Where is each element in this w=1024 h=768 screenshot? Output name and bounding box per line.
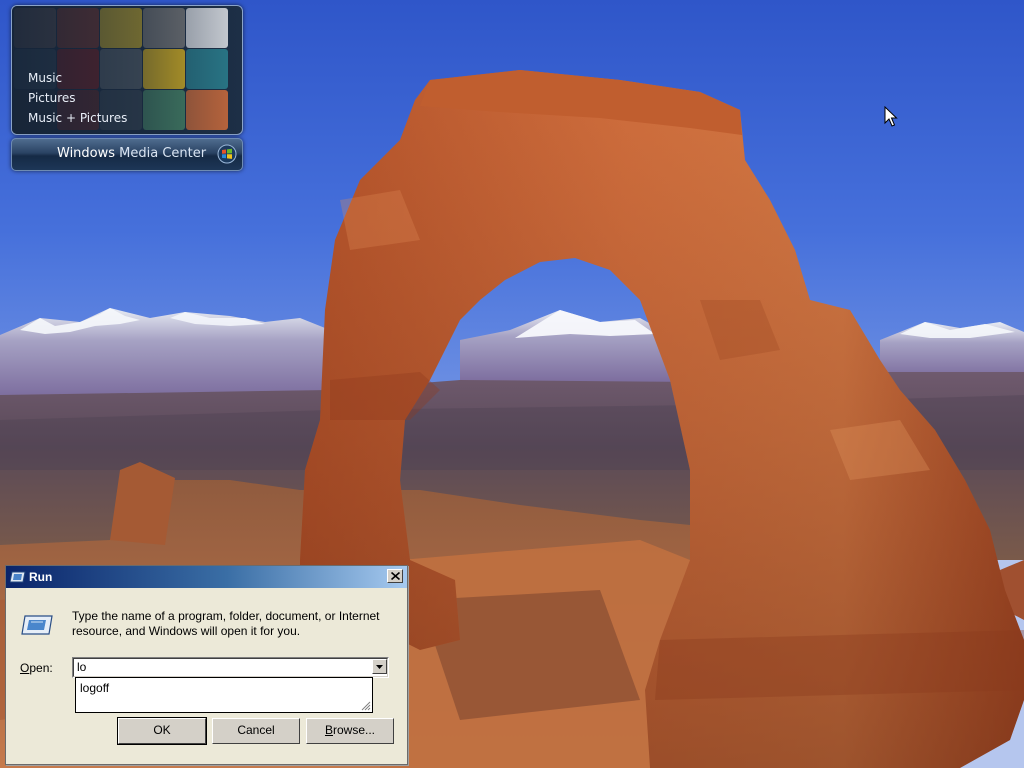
- media-menu-music[interactable]: Music: [28, 68, 127, 88]
- media-center-brand: Windows Media Center: [57, 146, 206, 161]
- run-dialog-title: Run: [29, 570, 53, 584]
- browse-label-rest: rowse...: [333, 723, 376, 737]
- browse-mnemonic: B: [324, 723, 333, 737]
- mouse-cursor-icon: [884, 106, 898, 127]
- run-icon: [10, 571, 26, 583]
- browse-button[interactable]: Browse...: [306, 718, 394, 744]
- media-menu-pictures[interactable]: Pictures: [28, 88, 127, 108]
- open-dropdown-button[interactable]: [372, 659, 387, 674]
- run-dialog-titlebar[interactable]: Run: [6, 566, 407, 588]
- desktop: Music Pictures Music + Pictures Windows …: [0, 0, 1024, 768]
- media-menu-music-pictures[interactable]: Music + Pictures: [28, 108, 127, 128]
- brand-media-center: Media Center: [119, 146, 207, 161]
- close-button[interactable]: [387, 569, 403, 583]
- open-label-mnemonic: O: [20, 661, 30, 675]
- autocomplete-item[interactable]: logoff: [80, 681, 109, 695]
- open-input[interactable]: [77, 660, 367, 674]
- open-combobox[interactable]: [72, 657, 389, 678]
- media-center-launch-button[interactable]: Windows Media Center: [11, 138, 243, 171]
- windows-orb-icon: [217, 144, 237, 164]
- media-center-menu: Music Pictures Music + Pictures: [28, 68, 127, 128]
- resize-grip-icon[interactable]: [360, 700, 371, 711]
- run-dialog: Run Type the name of a program, folder, …: [5, 565, 408, 765]
- brand-windows: Windows: [57, 146, 116, 161]
- autocomplete-list: logoff: [75, 677, 373, 713]
- media-center-gadget: Music Pictures Music + Pictures Windows …: [11, 5, 243, 171]
- close-icon: [391, 572, 400, 580]
- media-center-tiles[interactable]: Music Pictures Music + Pictures: [11, 5, 243, 135]
- chevron-down-icon: [376, 665, 383, 669]
- run-prompt-text: Type the name of a program, folder, docu…: [72, 609, 380, 638]
- cancel-button[interactable]: Cancel: [212, 718, 300, 744]
- ok-button[interactable]: OK: [117, 717, 207, 745]
- open-label: Open:: [20, 661, 53, 675]
- open-label-rest: pen:: [29, 661, 53, 675]
- run-icon: [21, 615, 53, 635]
